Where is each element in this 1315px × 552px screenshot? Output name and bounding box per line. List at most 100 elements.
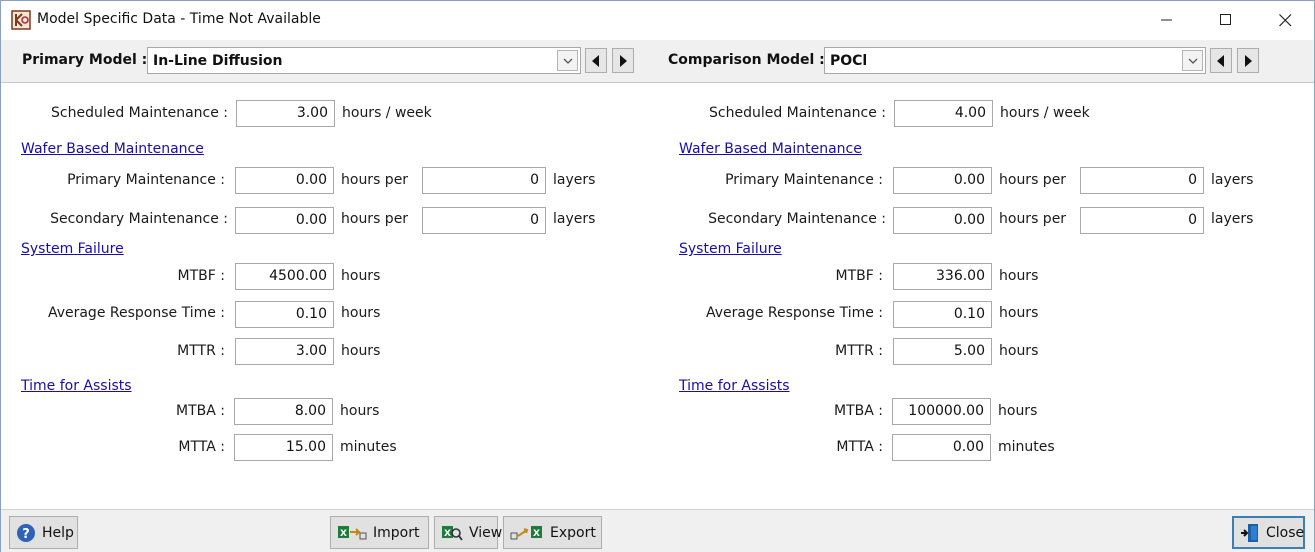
view-button-label: View (469, 524, 503, 541)
primary-mttr-unit: hours (341, 343, 381, 359)
primary-scheduled-maintenance-input[interactable]: 3.00 (236, 100, 335, 127)
primary-mtbf-label: MTBF : (177, 268, 225, 284)
primary-mtbf-input[interactable]: 4500.00 (235, 263, 334, 290)
window-title: Model Specific Data - Time Not Available (37, 11, 321, 27)
help-button[interactable]: ? Help (9, 516, 78, 549)
comparison-mtba-input[interactable]: 100000.00 (892, 398, 991, 425)
primary-secondary-maintenance-hours-input[interactable]: 0.00 (235, 207, 334, 234)
comparison-model-value: POCl (830, 53, 868, 69)
maximize-button[interactable] (1196, 1, 1256, 39)
primary-average-response-time-unit: hours (341, 305, 381, 321)
comparison-primary-maintenance-layers-unit: layers (1211, 172, 1254, 188)
import-button[interactable]: X Import (330, 516, 429, 549)
comparison-mtta-label: MTTA : (836, 439, 883, 455)
comparison-scheduled-maintenance-unit: hours / week (1000, 105, 1090, 121)
primary-primary-maintenance-hours-input[interactable]: 0.00 (235, 167, 334, 194)
chevron-down-icon[interactable] (557, 50, 578, 71)
comparison-next-button[interactable] (1237, 48, 1259, 73)
svg-text:X: X (444, 529, 451, 539)
comparison-mttr-unit: hours (999, 343, 1039, 359)
svg-text:?: ? (22, 527, 30, 542)
comparison-time-for-assists-link[interactable]: Time for Assists (679, 378, 790, 394)
primary-mtta-unit: minutes (340, 439, 397, 455)
minimize-icon (1161, 19, 1172, 21)
export-button[interactable]: X Export (503, 516, 602, 549)
primary-system-failure-link[interactable]: System Failure (21, 241, 124, 257)
comparison-average-response-time-unit: hours (999, 305, 1039, 321)
import-button-label: Import (373, 524, 420, 541)
primary-mttr-input[interactable]: 3.00 (235, 338, 334, 365)
primary-secondary-maintenance-unit: hours per (341, 211, 409, 227)
view-button[interactable]: X View (434, 516, 502, 549)
close-button[interactable]: Close (1232, 516, 1305, 549)
comparison-primary-maintenance-layers-input[interactable]: 0 (1080, 167, 1204, 194)
primary-secondary-maintenance-layers-unit: layers (553, 211, 596, 227)
triangle-left-icon (1217, 54, 1224, 67)
primary-wafer-based-maintenance-link[interactable]: Wafer Based Maintenance (21, 141, 204, 157)
close-window-button[interactable] (1255, 1, 1315, 39)
comparison-primary-maintenance-hours-input[interactable]: 0.00 (893, 167, 992, 194)
comparison-scheduled-maintenance-label: Scheduled Maintenance : (709, 105, 886, 121)
chevron-down-icon[interactable] (1182, 50, 1203, 71)
comparison-primary-maintenance-label: Primary Maintenance : (725, 172, 883, 188)
comparison-average-response-time-label: Average Response Time : (705, 305, 883, 321)
primary-scheduled-maintenance-unit: hours / week (342, 105, 432, 121)
primary-time-for-assists-link[interactable]: Time for Assists (21, 378, 132, 394)
comparison-model-label: Comparison Model : (668, 52, 825, 68)
primary-mtta-label: MTTA : (178, 439, 225, 455)
comparison-system-failure-link[interactable]: System Failure (679, 241, 782, 257)
comparison-scheduled-maintenance-input[interactable]: 4.00 (894, 100, 993, 127)
primary-mttr-label: MTTR : (177, 343, 225, 359)
triangle-right-icon (620, 54, 627, 67)
primary-primary-maintenance-unit: hours per (341, 172, 409, 188)
comparison-secondary-maintenance-layers-input[interactable]: 0 (1080, 207, 1204, 234)
primary-model-label: Primary Model : (22, 52, 148, 68)
primary-mtba-label: MTBA : (176, 403, 225, 419)
triangle-right-icon (1245, 54, 1252, 67)
model-specific-data-window: Model Specific Data - Time Not Available… (0, 0, 1315, 552)
export-icon: X (510, 524, 544, 542)
export-button-label: Export (550, 524, 596, 541)
close-button-label: Close (1266, 524, 1305, 541)
primary-mtba-unit: hours (340, 403, 380, 419)
help-button-label: Help (42, 524, 74, 541)
comparison-wafer-based-maintenance-link[interactable]: Wafer Based Maintenance (679, 141, 862, 157)
comparison-model-select[interactable]: POCl (824, 47, 1206, 74)
triangle-left-icon (592, 54, 599, 67)
svg-text:X: X (533, 529, 540, 539)
comparison-mtta-input[interactable]: 0.00 (892, 434, 991, 461)
comparison-mttr-label: MTTR : (835, 343, 883, 359)
import-icon: X (337, 524, 367, 542)
comparison-mtbf-input[interactable]: 336.00 (893, 263, 992, 290)
primary-primary-maintenance-layers-input[interactable]: 0 (422, 167, 546, 194)
comparison-mtbf-label: MTBF : (835, 268, 883, 284)
primary-primary-maintenance-label: Primary Maintenance : (67, 172, 225, 188)
primary-secondary-maintenance-label: Secondary Maintenance : (50, 211, 228, 227)
comparison-mtta-unit: minutes (998, 439, 1055, 455)
title-bar: Model Specific Data - Time Not Available (1, 1, 1314, 39)
primary-secondary-maintenance-layers-input[interactable]: 0 (422, 207, 546, 234)
primary-mtba-input[interactable]: 8.00 (234, 398, 333, 425)
comparison-previous-button[interactable] (1210, 48, 1232, 73)
primary-previous-button[interactable] (585, 48, 607, 73)
comparison-secondary-maintenance-label: Secondary Maintenance : (708, 211, 886, 227)
comparison-secondary-maintenance-layers-unit: layers (1211, 211, 1254, 227)
primary-model-select[interactable]: In-Line Diffusion (147, 47, 581, 74)
primary-next-button[interactable] (612, 48, 634, 73)
comparison-primary-maintenance-unit: hours per (999, 172, 1067, 188)
comparison-mtbf-unit: hours (999, 268, 1039, 284)
primary-average-response-time-input[interactable]: 0.10 (235, 301, 334, 328)
primary-primary-maintenance-layers-unit: layers (553, 172, 596, 188)
comparison-mtba-unit: hours (998, 403, 1038, 419)
primary-average-response-time-label: Average Response Time : (47, 305, 225, 321)
model-selection-bar: Primary Model : In-Line Diffusion Compar… (1, 40, 1314, 83)
view-icon: X (441, 524, 463, 542)
comparison-secondary-maintenance-hours-input[interactable]: 0.00 (893, 207, 992, 234)
comparison-average-response-time-input[interactable]: 0.10 (893, 301, 992, 328)
bottom-button-bar: ? Help X Import X View X Export Close (1, 509, 1314, 552)
app-icon (11, 10, 31, 30)
minimize-button[interactable] (1137, 1, 1197, 39)
comparison-mttr-input[interactable]: 5.00 (893, 338, 992, 365)
comparison-mtba-label: MTBA : (834, 403, 883, 419)
primary-mtta-input[interactable]: 15.00 (234, 434, 333, 461)
